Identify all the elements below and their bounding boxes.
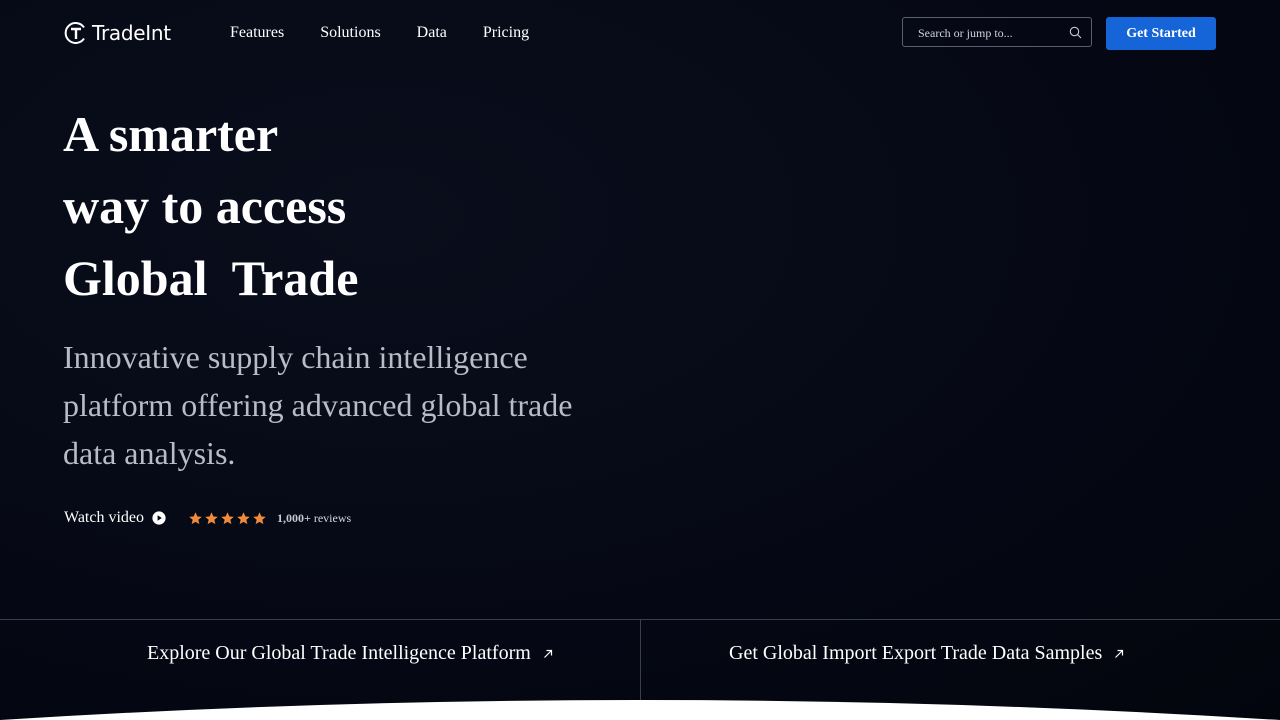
star-icon	[237, 511, 250, 524]
watch-video-link[interactable]: Watch video	[64, 509, 144, 527]
star-icon	[189, 511, 202, 524]
explore-platform-label: Explore Our Global Trade Intelligence Pl…	[147, 642, 531, 664]
search-box	[902, 17, 1092, 47]
data-samples-label: Get Global Import Export Trade Data Samp…	[729, 642, 1103, 664]
search-input[interactable]	[918, 24, 1063, 42]
nav-item-pricing[interactable]: Pricing	[483, 22, 529, 44]
tradeint-logo-icon	[64, 22, 85, 44]
rating-stars	[188, 511, 267, 526]
get-started-button[interactable]: Get Started	[1106, 17, 1216, 50]
reviews-label: reviews	[313, 510, 352, 525]
arrow-up-right-icon	[1115, 649, 1124, 658]
hero-meta: Watch video 1,000+ reviews	[64, 507, 351, 529]
site-header: TradeInt Features Solutions Data Pricing…	[0, 0, 1280, 66]
bottom-divider	[640, 620, 641, 702]
section-curve	[0, 700, 1280, 720]
main-nav: Features Solutions Data Pricing	[230, 22, 565, 44]
data-samples-link[interactable]: Get Global Import Export Trade Data Samp…	[729, 642, 1124, 665]
reviews-summary: 1,000+ reviews	[277, 511, 351, 526]
hero-subtitle: Innovative supply chain intelligence pla…	[63, 339, 573, 471]
reviews-count: 1,000+	[277, 510, 311, 525]
logo[interactable]: TradeInt	[64, 20, 171, 46]
play-circle-icon[interactable]	[152, 511, 166, 525]
search-icon[interactable]	[1069, 26, 1082, 39]
hero-line-1: A smarter	[63, 106, 279, 162]
hero-line-3: Global Trade	[63, 250, 359, 306]
star-icon	[253, 511, 266, 524]
page: TradeInt Features Solutions Data Pricing…	[0, 0, 1280, 720]
star-icon	[221, 511, 234, 524]
nav-item-features[interactable]: Features	[230, 22, 284, 44]
nav-item-data[interactable]: Data	[417, 22, 447, 44]
hero-line-2: way to access	[63, 178, 347, 234]
logo-text: TradeInt	[92, 21, 171, 45]
nav-item-solutions[interactable]: Solutions	[320, 22, 380, 44]
star-icon	[205, 511, 218, 524]
arrow-up-right-icon	[543, 649, 552, 658]
explore-platform-link[interactable]: Explore Our Global Trade Intelligence Pl…	[147, 642, 553, 665]
